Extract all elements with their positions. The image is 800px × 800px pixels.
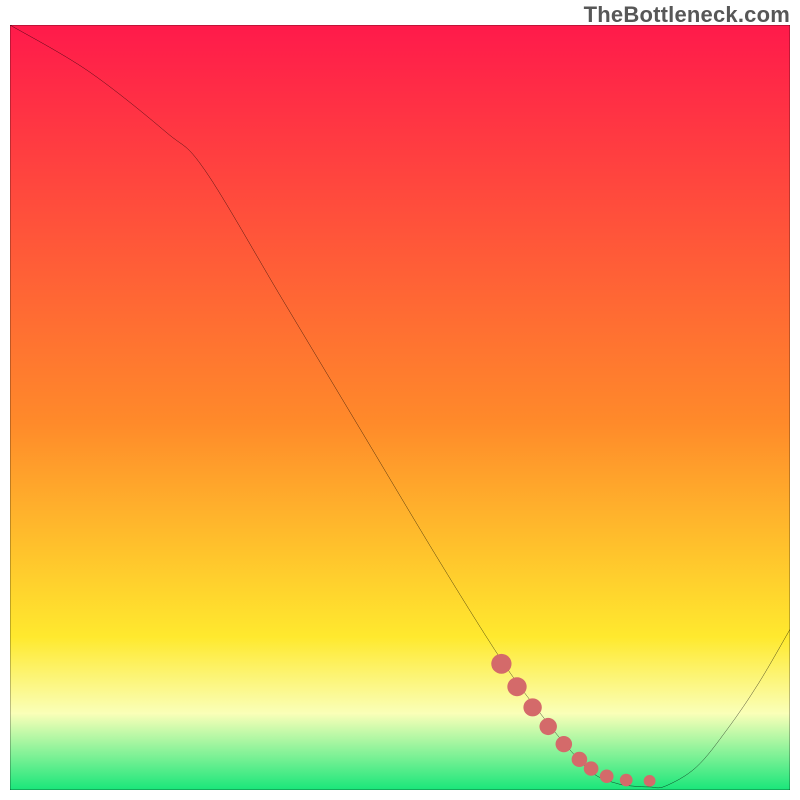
highlight-dot bbox=[507, 677, 526, 696]
highlight-dot bbox=[644, 775, 656, 787]
watermark-text: TheBottleneck.com bbox=[584, 2, 790, 28]
highlight-dot bbox=[584, 761, 599, 775]
highlight-dot bbox=[600, 769, 614, 782]
highlight-dot bbox=[620, 774, 633, 787]
highlight-dot bbox=[572, 752, 588, 767]
highlight-dot bbox=[523, 698, 541, 716]
marker-layer bbox=[10, 25, 790, 790]
highlight-dots bbox=[491, 654, 655, 787]
highlight-dot bbox=[539, 718, 556, 735]
highlight-dot bbox=[556, 736, 573, 752]
chart-root: TheBottleneck.com bbox=[0, 0, 800, 800]
plot-area bbox=[10, 25, 790, 790]
highlight-dot bbox=[491, 654, 511, 674]
